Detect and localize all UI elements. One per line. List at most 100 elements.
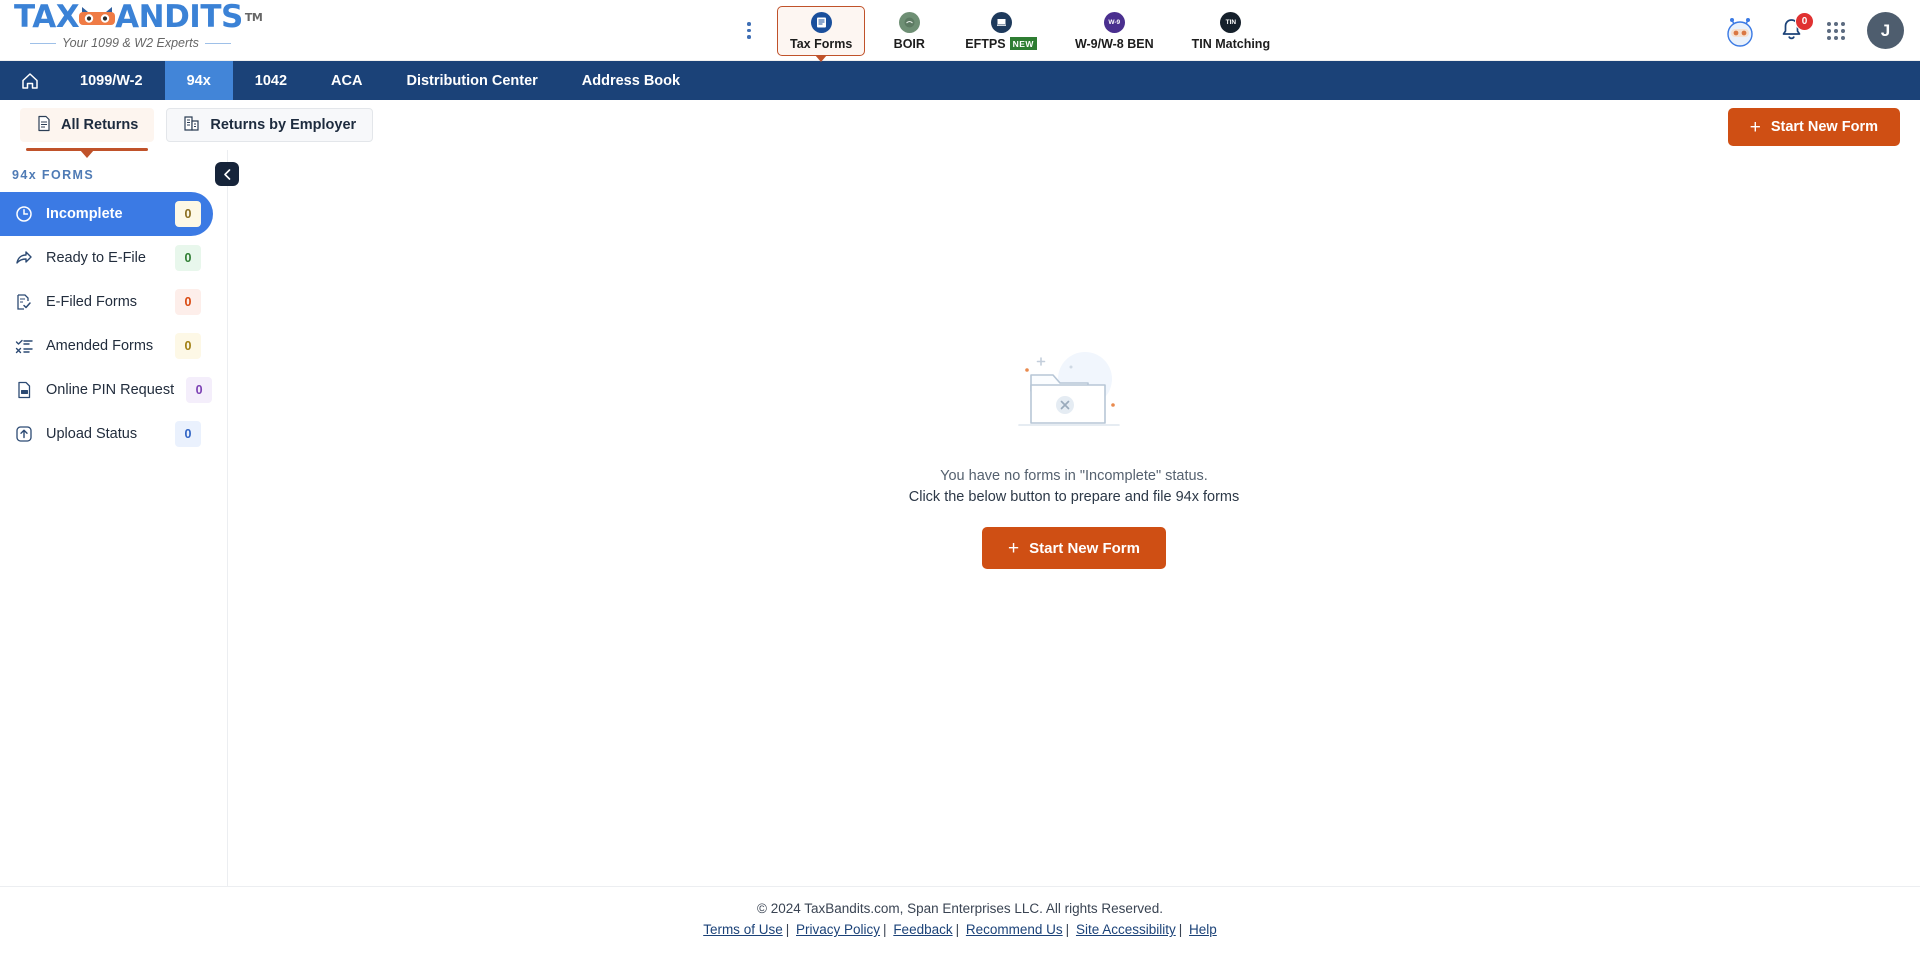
tin-icon: TIN [1220,11,1242,33]
sidebar-title: 94x FORMS [12,168,95,182]
grid-dot [1841,28,1845,33]
start-new-form-button-top[interactable]: + Start New Form [1727,108,1900,146]
footer-link-feedback[interactable]: Feedback [893,922,952,937]
file-check-icon [14,292,34,312]
sidebar-collapse-button[interactable] [215,162,239,186]
nav-item-boir[interactable]: BOIR [879,7,939,55]
apps-grid-icon[interactable] [1827,21,1845,40]
footer-separator: | [1065,922,1070,937]
grid-dot [1841,35,1845,40]
nav-item-label: W-9/W-8 BEN [1074,36,1154,51]
nav-item-w9-w8ben[interactable]: W-9 W-9/W-8 BEN [1063,7,1166,55]
sidebar-item-count: 0 [175,245,201,271]
footer-link-recommend-us[interactable]: Recommend Us [966,922,1063,937]
tab-label: All Returns [61,117,139,133]
nav-label-row: BOIR [894,37,925,51]
nav-1042[interactable]: 1042 [233,61,309,100]
nav-item-tax-forms[interactable]: Tax Forms [777,5,866,56]
building-document-icon [183,115,201,136]
nav-distribution-center[interactable]: Distribution Center [384,61,559,100]
notification-count-badge: 0 [1795,11,1814,31]
primary-nav-bar: 1099/W-2 94x 1042 ACA Distribution Cente… [0,61,1920,100]
nav-address-book[interactable]: Address Book [560,61,702,100]
footer: © 2024 TaxBandits.com, Span Enterprises … [0,886,1920,953]
user-avatar[interactable]: J [1867,12,1904,49]
nav-item-eftps[interactable]: EFTPS NEW [953,7,1049,55]
sidebar-item-label: Upload Status [46,426,138,442]
pin-doc-icon [14,380,34,400]
footer-link-privacy-policy[interactable]: Privacy Policy [796,922,880,937]
footer-link-terms-of-use[interactable]: Terms of Use [703,922,783,937]
plus-icon: + [1008,537,1020,559]
plus-icon: + [1749,116,1761,138]
logo-text-part1: TAX [14,0,80,35]
start-new-form-button-main[interactable]: + Start New Form [982,527,1166,569]
nav-item-label: EFTPS [965,36,1006,51]
nav-aca[interactable]: ACA [309,61,384,100]
logo-text-part2: ANDITS [115,0,243,35]
empty-state-line2: Click the below button to prepare and fi… [908,489,1240,505]
grid-dot [1834,21,1838,26]
nav-item-label: Tax Forms [790,36,853,51]
kebab-dot [747,22,751,26]
footer-separator: | [883,922,887,937]
kebab-dot [747,35,751,39]
footer-link-help[interactable]: Help [1189,922,1217,937]
footer-link-site-accessibility[interactable]: Site Accessibility [1076,922,1176,937]
amend-icon [14,336,34,356]
more-options-icon[interactable] [735,11,763,51]
grid-dot [1827,35,1831,40]
tagline-rule-right [204,42,231,44]
nav-item-tin-matching[interactable]: TIN TIN Matching [1180,7,1282,55]
boir-icon [898,11,920,33]
clock-icon [14,204,34,224]
logo-tagline: Your 1099 & W2 Experts [14,36,254,50]
sidebar-item-label: Incomplete [46,206,123,222]
sidebar-item-upload-status[interactable]: Upload Status 0 [0,412,213,456]
tagline-text: Your 1099 & W2 Experts [62,36,199,50]
logo[interactable]: TAX ANDITS TM Your 1099 & W2 Experts [14,0,263,58]
footer-separator: | [1178,922,1183,937]
top-bar-actions: 0 J [1723,0,1904,61]
nav-label-row: EFTPS NEW [965,37,1037,51]
eftps-icon [990,11,1012,33]
document-icon [36,115,52,136]
sidebar-item-ready-to-efile[interactable]: Ready to E-File 0 [0,236,213,280]
empty-state-line1: You have no forms in "Incomplete" status… [940,468,1208,484]
grid-dot [1827,28,1831,33]
share-arrow-icon [14,248,34,268]
nav-94x[interactable]: 94x [164,61,233,100]
tagline-rule-left [30,42,56,44]
logo-wordmark: TAX ANDITS TM [14,0,263,35]
sidebar-item-amended-forms[interactable]: Amended Forms 0 [0,324,213,368]
upload-icon [14,424,34,444]
page-content: 94x FORMS Incomplete 0 Ready to E-File 0… [0,150,1920,900]
sidebar-item-label: Amended Forms [46,338,154,354]
trademark-symbol: TM [244,11,263,24]
grid-dot [1827,21,1831,26]
button-label: Start New Form [1029,539,1140,557]
bandit-mask-icon [77,5,117,31]
empty-folder-icon [1009,345,1139,450]
footer-separator: | [785,922,790,937]
kebab-dot [747,28,751,33]
sidebar-item-incomplete[interactable]: Incomplete 0 [0,192,213,236]
copyright-text: © 2024 TaxBandits.com, Span Enterprises … [757,901,1163,916]
button-label: Start New Form [1770,119,1878,135]
new-badge: NEW [1009,37,1037,50]
nav-1099-w2[interactable]: 1099/W-2 [58,61,165,100]
tab-returns-by-employer[interactable]: Returns by Employer [166,108,374,142]
tab-all-returns[interactable]: All Returns [20,108,155,151]
chevron-left-icon [223,168,230,180]
notifications-bell[interactable]: 0 [1779,11,1814,45]
sidebar-item-efiled-forms[interactable]: E-Filed Forms 0 [0,280,213,324]
sidebar-item-count: 0 [175,333,201,359]
footer-links: Terms of Use | Privacy Policy | Feedback | … [0,922,1920,937]
sidebar-item-online-pin-request[interactable]: Online PIN Request 0 [0,368,213,412]
chat-bot-icon[interactable] [1723,14,1757,48]
nav-home[interactable] [0,61,58,100]
sidebar-item-label: Online PIN Request [46,382,175,398]
tab-label: Returns by Employer [210,117,357,133]
top-nav: Tax Forms BOIR EFTPS NEW W-9 W-9/W-8 BEN… [735,0,1282,61]
nav-item-label: TIN Matching [1191,36,1271,51]
